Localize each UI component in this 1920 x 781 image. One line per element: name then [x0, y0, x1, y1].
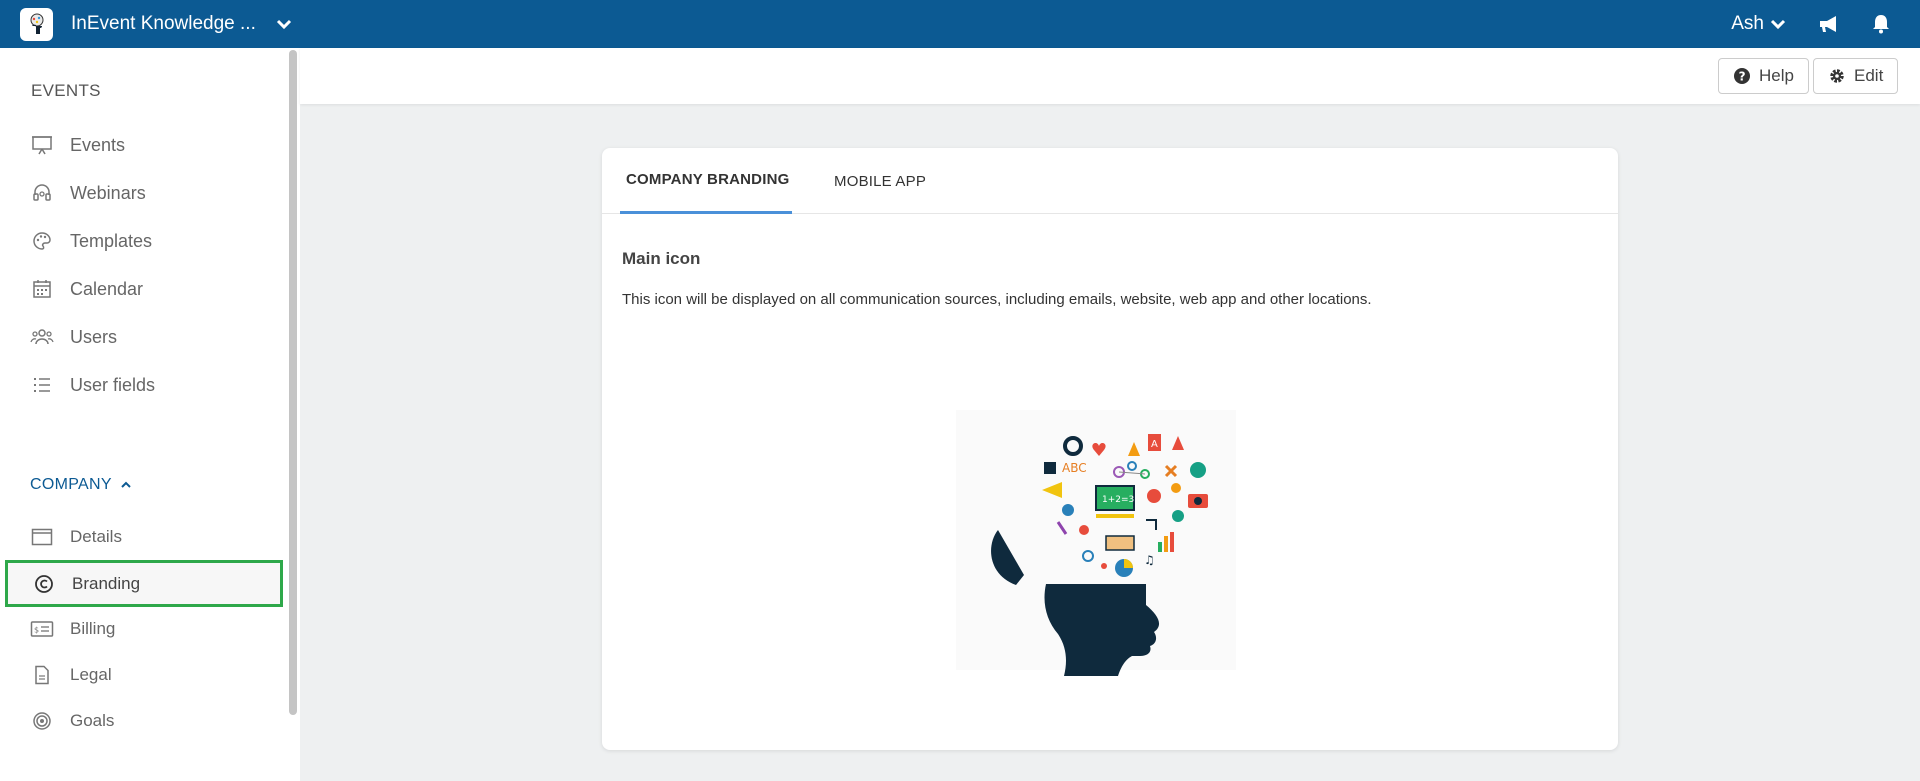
app-title: InEvent Knowledge ...: [71, 13, 256, 34]
billing-icon: $: [30, 617, 54, 641]
top-bar: InEvent Knowledge ... Ash: [0, 0, 1920, 48]
headset-icon: [30, 181, 54, 205]
sidebar-item-label: Details: [70, 527, 122, 546]
section-description: This icon will be displayed on all commu…: [622, 291, 1372, 308]
sidebar-item-details[interactable]: Details: [30, 520, 280, 554]
sidebar-item-user-fields[interactable]: User fields: [30, 368, 280, 402]
edit-button[interactable]: Edit: [1813, 58, 1899, 94]
workspace-switcher[interactable]: InEvent Knowledge ...: [0, 0, 292, 48]
chevron-down-icon[interactable]: [276, 18, 292, 30]
sidebar-item-users[interactable]: Users: [30, 320, 280, 354]
gear-icon: [1830, 69, 1844, 83]
window-icon: [30, 525, 54, 549]
sidebar-item-label: Goals: [70, 711, 115, 730]
question-circle-icon: ?: [1734, 68, 1750, 84]
tab-bar: COMPANY BRANDING MOBILE APP: [602, 148, 1618, 214]
user-name: Ash: [1731, 13, 1764, 34]
copyright-icon: [32, 572, 56, 596]
bell-icon[interactable]: [1868, 11, 1894, 37]
company-logo: [20, 7, 53, 41]
branding-card: COMPANY BRANDING MOBILE APP Main icon Th…: [602, 148, 1618, 750]
events-heading: EVENTS: [31, 81, 101, 100]
target-icon: [30, 709, 54, 733]
sidebar-item-label: User fields: [70, 374, 156, 395]
section-title: Main icon: [622, 249, 701, 268]
svg-text:?: ?: [1739, 70, 1746, 84]
sidebar-item-label: Legal: [70, 665, 112, 684]
sidebar-scrollbar[interactable]: [289, 50, 297, 715]
sidebar-item-branding[interactable]: Branding: [5, 560, 283, 607]
chevron-up-icon: [121, 481, 131, 488]
svg-text:$: $: [34, 626, 39, 635]
sidebar-item-calendar[interactable]: Calendar: [30, 272, 280, 306]
svg-text:A: A: [1151, 439, 1158, 450]
main-icon-image[interactable]: A ABC 1+2=3 ♫: [946, 370, 1246, 680]
document-icon: [30, 663, 54, 687]
chevron-down-icon: [1770, 19, 1786, 30]
sidebar-item-templates[interactable]: Templates: [30, 224, 280, 258]
svg-text:♫: ♫: [1144, 553, 1155, 567]
calendar-icon: [30, 277, 54, 301]
sidebar-item-webinars[interactable]: Webinars: [30, 176, 280, 210]
user-menu[interactable]: Ash: [1731, 13, 1786, 35]
page-header: ? Help Edit: [300, 48, 1920, 104]
sidebar-item-label: Calendar: [70, 278, 144, 299]
sidebar-item-legal[interactable]: Legal: [30, 658, 280, 692]
svg-text:1+2=3: 1+2=3: [1102, 495, 1134, 505]
list-icon: [30, 373, 54, 397]
company-section-toggle[interactable]: COMPANY: [30, 476, 132, 494]
users-icon: [30, 325, 54, 349]
sidebar-item-label: Templates: [70, 230, 153, 251]
tab-company-branding[interactable]: COMPANY BRANDING: [620, 148, 792, 214]
sidebar-item-billing[interactable]: $ Billing: [30, 612, 280, 646]
sidebar-item-label: Billing: [70, 619, 116, 638]
svg-text:ABC: ABC: [1062, 461, 1087, 475]
sidebar-item-label: Events: [70, 134, 126, 155]
megaphone-icon[interactable]: [1816, 11, 1842, 37]
sidebar-item-events[interactable]: Events: [30, 128, 280, 162]
sidebar-item-goals[interactable]: Goals: [30, 704, 280, 738]
sidebar-item-label: Webinars: [70, 182, 146, 203]
tab-mobile-app[interactable]: MOBILE APP: [834, 148, 926, 214]
sidebar: EVENTS Events Webinars Templates Calenda…: [0, 48, 300, 781]
help-button[interactable]: ? Help: [1718, 58, 1809, 94]
sidebar-item-label: Users: [70, 326, 118, 347]
palette-icon: [30, 229, 54, 253]
company-heading: COMPANY: [30, 476, 112, 493]
sidebar-item-label: Branding: [72, 573, 141, 593]
presentation-icon: [30, 133, 54, 157]
